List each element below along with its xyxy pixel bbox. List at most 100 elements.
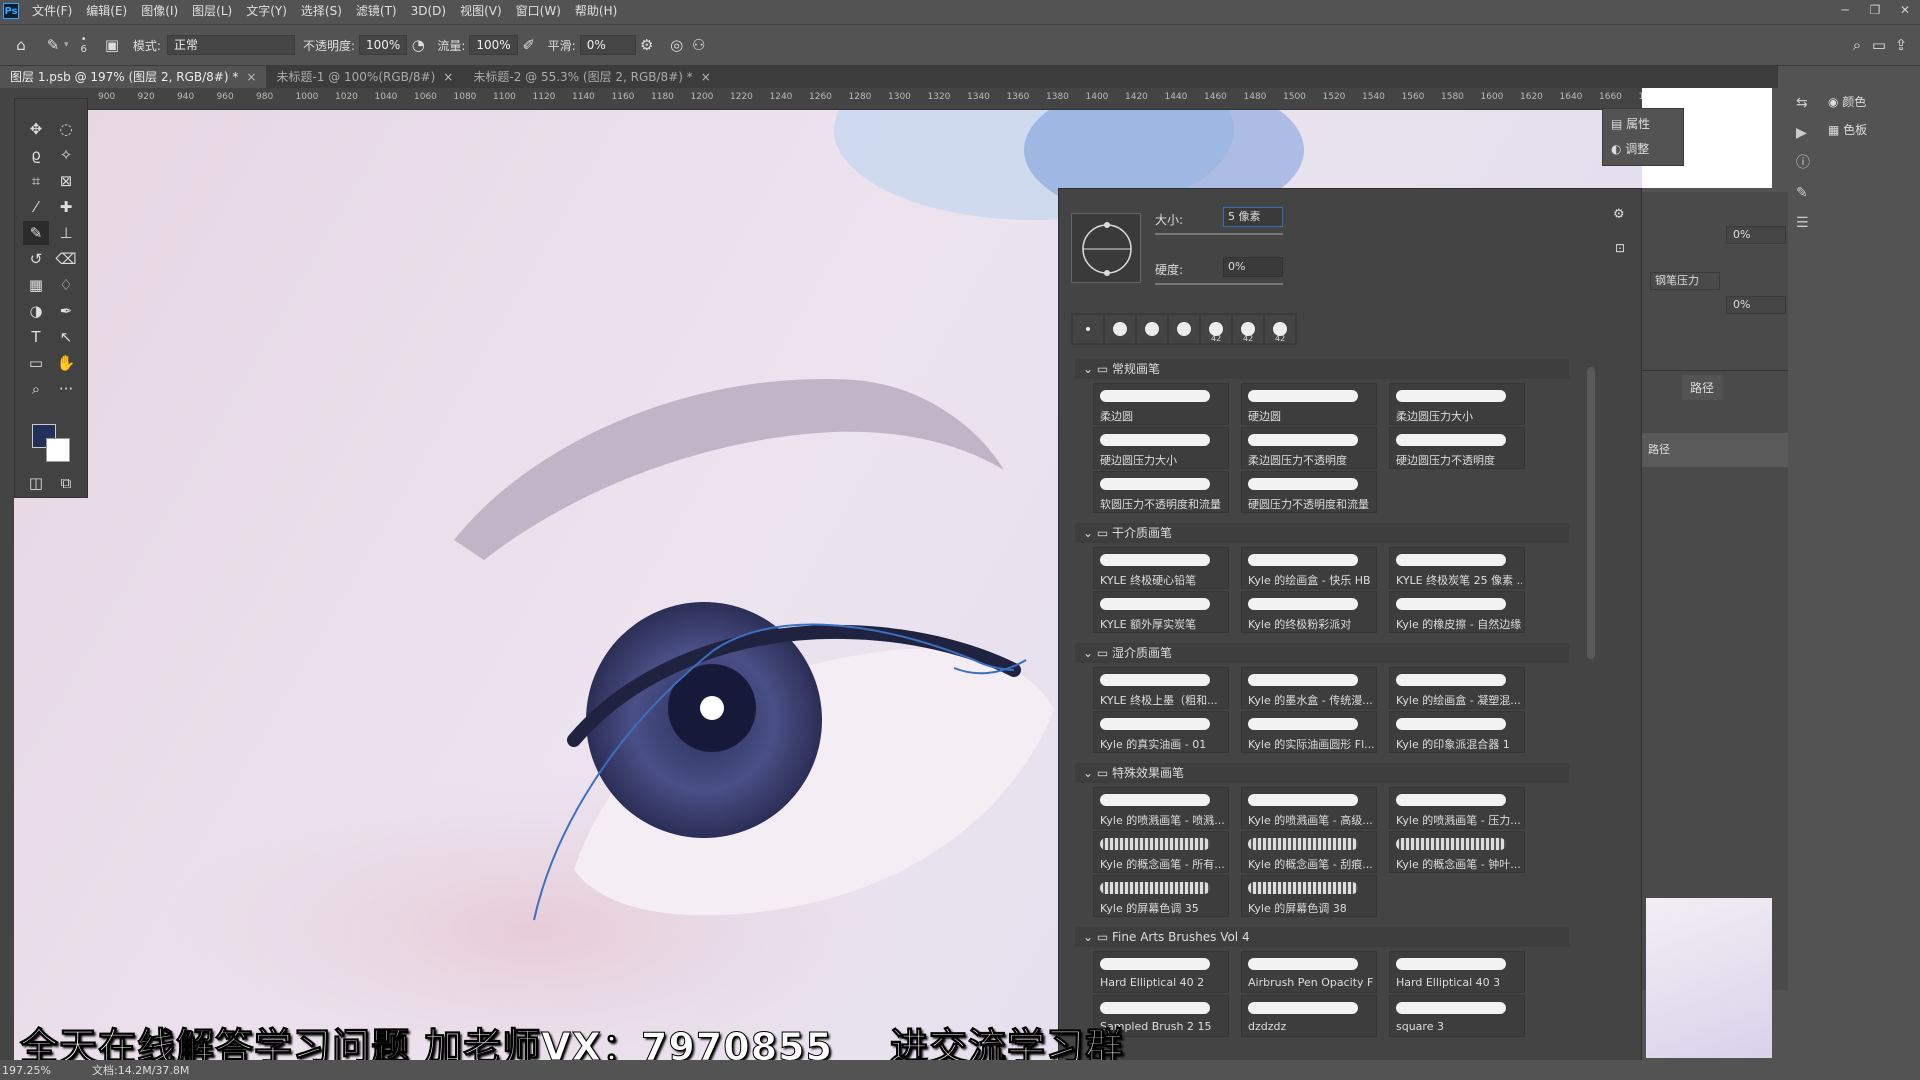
lasso-tool-icon[interactable]: ϱ <box>23 143 49 167</box>
pct-field-2[interactable]: 0% <box>1726 296 1786 314</box>
more-tools-icon[interactable]: ··· <box>53 377 79 401</box>
document-tab-1[interactable]: 未标题-1 @ 100%(RGB/8#) × <box>266 66 463 88</box>
hand-tool-icon[interactable]: ✋ <box>53 351 79 375</box>
symmetry-icon[interactable]: ⚇ <box>688 34 710 56</box>
brush-list-scrollbar[interactable] <box>1587 367 1595 659</box>
brush-preset[interactable]: Kyle 的墨水盒 - 传统漫... <box>1241 667 1377 709</box>
pressure-size-icon[interactable]: ◎ <box>666 34 688 56</box>
panel-gear-icon[interactable]: ⚙ <box>1613 207 1625 222</box>
brush-preset[interactable]: Kyle 的绘画盒 - 凝塑混... <box>1389 667 1525 709</box>
brush-preset[interactable]: Kyle 的概念画笔 - 钟叶... <box>1389 831 1525 873</box>
brush-group-header[interactable]: ⌄ ▭ 湿介质画笔 <box>1075 643 1569 663</box>
brush-preset[interactable]: Kyle 的橡皮擦 - 自然边缘 <box>1389 591 1525 633</box>
size-slider[interactable] <box>1155 233 1283 235</box>
workspace-icon[interactable]: ▭ <box>1868 34 1890 56</box>
menu-item-9[interactable]: 窗口(W) <box>509 0 568 22</box>
brush-preset[interactable]: Kyle 的屏幕色调 38 <box>1241 875 1377 917</box>
brush-preset[interactable]: Kyle 的概念画笔 - 所有... <box>1093 831 1229 873</box>
hardness-slider[interactable] <box>1155 283 1283 285</box>
zoom-level[interactable]: 197.25% <box>2 1064 92 1077</box>
recent-brush-5[interactable]: 42 <box>1233 315 1263 343</box>
new-preset-icon[interactable]: ⊡ <box>1615 241 1625 255</box>
menu-item-8[interactable]: 视图(V) <box>453 0 509 22</box>
smoothing-gear-icon[interactable]: ⚙ <box>636 34 658 56</box>
brush-preset[interactable]: square 3 <box>1389 995 1525 1037</box>
brush-preset[interactable]: KYLE 终极炭笔 25 像素 ... <box>1389 547 1525 589</box>
brush-preset[interactable]: Kyle 的概念画笔 - 刮痕... <box>1241 831 1377 873</box>
brush-group-header[interactable]: ⌄ ▭ 常规画笔 <box>1075 359 1569 379</box>
brush-preset[interactable]: 硬边圆 <box>1241 383 1377 425</box>
recent-brush-3[interactable] <box>1169 315 1199 343</box>
crop-tool-icon[interactable]: ⌗ <box>23 169 49 193</box>
brush-preset[interactable]: dzdzdz <box>1241 995 1377 1037</box>
recent-brush-6[interactable]: 42 <box>1265 315 1295 343</box>
brush-preset[interactable]: Kyle 的屏幕色调 35 <box>1093 875 1229 917</box>
color-panel-button[interactable]: ◉ 颜色 <box>1828 88 1918 116</box>
tab-close-icon[interactable]: × <box>701 70 711 84</box>
search-icon[interactable]: ⌕ <box>1846 34 1868 56</box>
recent-brush-0[interactable] <box>1073 315 1103 343</box>
menu-item-7[interactable]: 3D(D) <box>404 0 453 22</box>
rectangle-tool-icon[interactable]: ▭ <box>23 351 49 375</box>
recent-brush-1[interactable] <box>1105 315 1135 343</box>
move-tool-icon[interactable]: ✥ <box>23 117 49 141</box>
brush-preset[interactable]: Kyle 的喷溅画笔 - 喷溅... <box>1093 787 1229 829</box>
menu-item-10[interactable]: 帮助(H) <box>568 0 624 22</box>
brush-preset[interactable]: Kyle 的终极粉彩派对 <box>1241 591 1377 633</box>
properties-item[interactable]: ▤ 属性 <box>1603 109 1683 138</box>
mode-dropdown[interactable]: 正常 <box>166 35 295 55</box>
close-icon[interactable]: ✕ <box>1890 0 1920 22</box>
brush-preset[interactable]: Kyle 的喷溅画笔 - 压力... <box>1389 787 1525 829</box>
menu-item-1[interactable]: 编辑(E) <box>79 0 134 22</box>
brush-preset[interactable]: 柔边圆压力大小 <box>1389 383 1525 425</box>
opacity-field[interactable]: 100% <box>359 35 408 55</box>
actions-play-icon[interactable]: ▶ <box>1796 118 1812 148</box>
zoom-tool-icon[interactable]: ⌕ <box>23 377 49 401</box>
brush-preset[interactable]: 柔边圆压力不透明度 <box>1241 427 1377 469</box>
document-size[interactable]: 文档:14.2M/37.8M <box>92 1062 189 1078</box>
pen-tool-icon[interactable]: ✒ <box>53 299 79 323</box>
swatches-panel-button[interactable]: ▦ 色板 <box>1828 116 1918 144</box>
recent-brush-4[interactable]: 42 <box>1201 315 1231 343</box>
brush-preset[interactable]: KYLE 额外厚实炭笔 <box>1093 591 1229 633</box>
brush-size-preview[interactable]: • 6 <box>81 35 87 55</box>
brush-preset[interactable]: Hard Elliptical 40 2 <box>1093 951 1229 993</box>
brush-panel-icon[interactable]: ✎ <box>1796 178 1812 208</box>
quick-select-tool-icon[interactable]: ✧ <box>53 143 79 167</box>
adjust-item[interactable]: ◐ 调整 <box>1603 138 1683 159</box>
hardness-field[interactable]: 0% <box>1223 257 1283 277</box>
type-tool-icon[interactable]: T <box>23 325 49 349</box>
brush-preset[interactable]: 硬圆压力不透明度和流量 <box>1241 471 1377 513</box>
menu-item-3[interactable]: 图层(L) <box>185 0 239 22</box>
size-field[interactable]: 5 像素 <box>1223 207 1283 227</box>
eraser-tool-icon[interactable]: ⌫ <box>53 247 79 271</box>
brush-preset[interactable]: 柔边圆 <box>1093 383 1229 425</box>
document-tab-0[interactable]: 图层 1.psb @ 197% (图层 2, RGB/8#) * × <box>0 66 267 88</box>
brush-preset[interactable]: Kyle 的印象派混合器 1 <box>1389 711 1525 753</box>
eyedropper-tool-icon[interactable]: ⁄ <box>23 195 49 219</box>
tab-close-icon[interactable]: × <box>443 70 453 84</box>
background-color-swatch[interactable] <box>46 438 70 462</box>
brush-group-header[interactable]: ⌄ ▭ 干介质画笔 <box>1075 523 1569 543</box>
menu-item-0[interactable]: 文件(F) <box>25 0 79 22</box>
screen-mode-icon[interactable]: ⧉ <box>53 471 79 495</box>
airbrush-icon[interactable]: ✐ <box>518 34 540 56</box>
document-tab-2[interactable]: 未标题-2 @ 55.3% (图层 2, RGB/8#) * × <box>463 66 720 88</box>
brush-angle-preview[interactable] <box>1071 213 1141 283</box>
frame-tool-icon[interactable]: ⊠ <box>53 169 79 193</box>
brush-settings-toggle-icon[interactable]: ▣ <box>101 34 123 56</box>
brush-preset[interactable]: Kyle 的喷溅画笔 - 高级... <box>1241 787 1377 829</box>
healing-tool-icon[interactable]: ✚ <box>53 195 79 219</box>
info-icon[interactable]: ⓘ <box>1796 148 1812 178</box>
brush-tool-selected-icon[interactable]: ✎ <box>23 221 49 245</box>
brush-group-header[interactable]: ⌄ ▭ Fine Arts Brushes Vol 4 <box>1075 927 1569 947</box>
minimize-icon[interactable]: ─ <box>1830 0 1860 22</box>
smooth-field[interactable]: 0% <box>579 35 636 55</box>
history-brush-icon[interactable]: ↺ <box>23 247 49 271</box>
brush-preset[interactable]: Kyle 的实际油画圆形 Fl... <box>1241 711 1377 753</box>
pen-pressure-dropdown[interactable]: 钢笔压力 <box>1650 272 1720 290</box>
brush-preset[interactable]: 硬边圆压力不透明度 <box>1389 427 1525 469</box>
tab-paths[interactable]: 路径 <box>1682 375 1723 400</box>
flow-field[interactable]: 100% <box>469 35 518 55</box>
brush-group-header[interactable]: ⌄ ▭ 特殊效果画笔 <box>1075 763 1569 783</box>
